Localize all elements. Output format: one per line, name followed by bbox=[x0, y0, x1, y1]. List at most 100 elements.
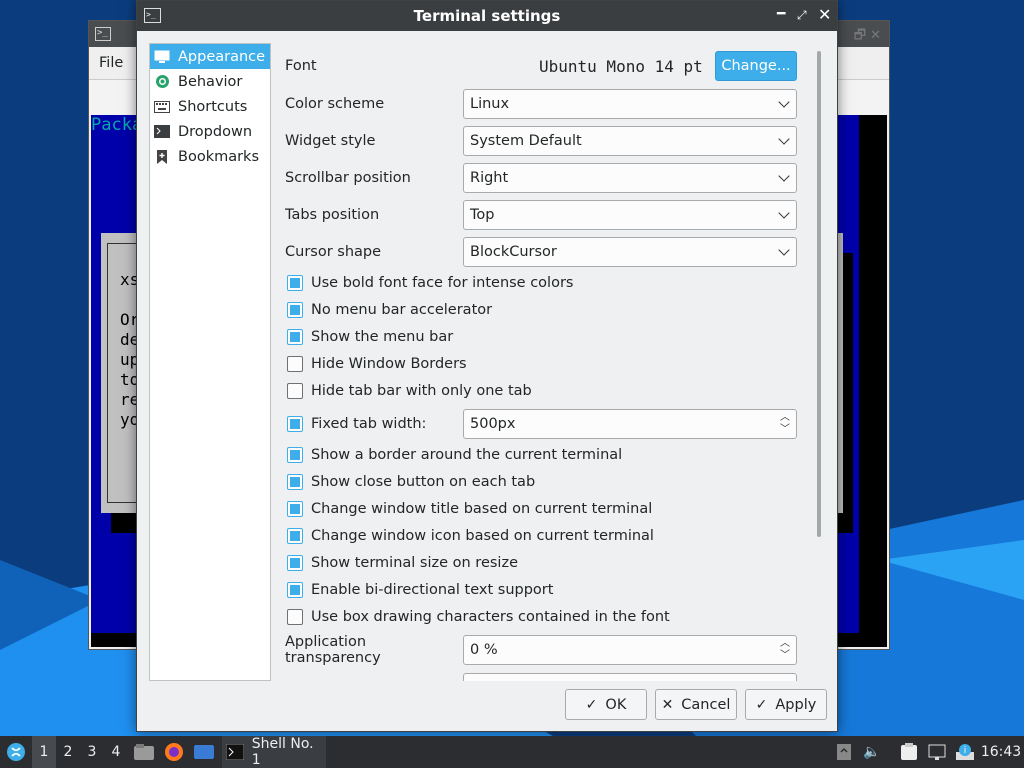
fixed-tab-width-label: Fixed tab width: bbox=[311, 416, 427, 432]
color-scheme-select[interactable]: Linux bbox=[463, 89, 797, 119]
appearance-settings-panel: Font Ubuntu Mono 14 pt Change... Color s… bbox=[285, 43, 817, 681]
chevron-down-icon bbox=[778, 244, 790, 256]
clock[interactable]: 16:43 bbox=[980, 736, 1022, 768]
workspace-1[interactable]: 1 bbox=[32, 736, 56, 768]
sidebar-item-behavior[interactable]: Behavior bbox=[150, 69, 270, 94]
checkbox-label: Show terminal size on resize bbox=[311, 555, 518, 571]
terminal-size-checkbox-row[interactable]: Show terminal size on resize bbox=[285, 552, 518, 574]
terminal-size-checkbox[interactable] bbox=[287, 555, 303, 571]
terminal-header-text: Packa bbox=[91, 115, 143, 135]
bidi-text-checkbox[interactable] bbox=[287, 582, 303, 598]
behavior-icon bbox=[154, 75, 170, 89]
cancel-button[interactable]: ✕ Cancel bbox=[655, 689, 737, 720]
fixed-tab-width-checkbox[interactable] bbox=[287, 416, 303, 432]
terminal-icon bbox=[226, 744, 244, 760]
hide-window-borders-checkbox-row[interactable]: Hide Window Borders bbox=[285, 353, 467, 375]
terminal-icon bbox=[154, 125, 170, 139]
sidebar-item-label: Shortcuts bbox=[178, 98, 248, 115]
spin-arrows-icon[interactable]: ︿ ﹀ bbox=[780, 412, 790, 436]
widget-style-value: System Default bbox=[470, 133, 582, 149]
ok-label: OK bbox=[605, 696, 627, 713]
dialog-titlebar[interactable]: >_ Terminal settings ━ ⤢ ✕ bbox=[137, 1, 837, 31]
box-drawing-checkbox[interactable] bbox=[287, 609, 303, 625]
ok-button[interactable]: ✓ OK bbox=[565, 689, 647, 720]
cancel-label: Cancel bbox=[681, 696, 731, 713]
widget-style-select[interactable]: System Default bbox=[463, 126, 797, 156]
scrollbar-position-select[interactable]: Right bbox=[463, 163, 797, 193]
window-title-checkbox-row[interactable]: Change window title based on current ter… bbox=[285, 498, 652, 520]
box-drawing-checkbox-row[interactable]: Use box drawing characters contained in … bbox=[285, 606, 670, 628]
show-menubar-checkbox[interactable] bbox=[287, 329, 303, 345]
fixed-tab-width-value: 500px bbox=[470, 416, 516, 432]
scrollbar-position-value: Right bbox=[470, 170, 509, 186]
minimize-icon[interactable]: ━ bbox=[777, 6, 785, 22]
panel-scrollbar[interactable] bbox=[817, 51, 821, 537]
spin-arrows-icon[interactable]: ︿ ﹀ bbox=[780, 638, 790, 662]
workspace-2[interactable]: 2 bbox=[56, 736, 80, 768]
chevron-down-icon bbox=[778, 133, 790, 145]
checkbox-label: Change window icon based on current term… bbox=[311, 528, 654, 544]
workspace-4[interactable]: 4 bbox=[104, 736, 128, 768]
bold-font-checkbox-row[interactable]: Use bold font face for intense colors bbox=[285, 272, 573, 294]
apply-button[interactable]: ✓ Apply bbox=[745, 689, 827, 720]
window-icon-checkbox[interactable] bbox=[287, 528, 303, 544]
bold-font-checkbox[interactable] bbox=[287, 275, 303, 291]
transparency-label: Application transparency bbox=[285, 634, 381, 666]
volume-icon[interactable]: 🔈 bbox=[862, 736, 882, 768]
keyboard-icon bbox=[154, 100, 170, 114]
checkbox-label: Use box drawing characters contained in … bbox=[311, 609, 670, 625]
checkbox-label: Show the menu bar bbox=[311, 329, 454, 345]
close-icon[interactable]: ✕ bbox=[818, 5, 831, 24]
clipboard-tray-icon[interactable] bbox=[834, 736, 854, 768]
no-menu-accelerator-checkbox[interactable] bbox=[287, 302, 303, 318]
sidebar-item-dropdown[interactable]: Dropdown bbox=[150, 119, 270, 144]
task-shell[interactable]: Shell No. 1 bbox=[222, 736, 326, 768]
font-value: Ubuntu Mono 14 pt bbox=[539, 57, 703, 76]
hide-tab-bar-checkbox[interactable] bbox=[287, 383, 303, 399]
color-scheme-row: Color scheme Linux bbox=[285, 89, 797, 119]
desktop-icon[interactable] bbox=[192, 736, 216, 768]
cursor-shape-label: Cursor shape bbox=[285, 244, 382, 260]
hide-tab-bar-checkbox-row[interactable]: Hide tab bar with only one tab bbox=[285, 380, 532, 402]
bidi-text-checkbox-row[interactable]: Enable bi-directional text support bbox=[285, 579, 553, 601]
change-font-button[interactable]: Change... bbox=[715, 51, 797, 81]
window-icon-checkbox-row[interactable]: Change window icon based on current term… bbox=[285, 525, 654, 547]
show-menubar-checkbox-row[interactable]: Show the menu bar bbox=[285, 326, 453, 348]
checkbox-label: Hide Window Borders bbox=[311, 356, 467, 372]
tabs-position-select[interactable]: Top bbox=[463, 200, 797, 230]
sidebar-item-shortcuts[interactable]: Shortcuts bbox=[150, 94, 270, 119]
checkbox-label: Change window title based on current ter… bbox=[311, 501, 653, 517]
color-scheme-label: Color scheme bbox=[285, 96, 385, 112]
transparency-spinbox[interactable]: 0 % ︿ ﹀ bbox=[463, 635, 797, 665]
firefox-icon[interactable] bbox=[162, 736, 186, 768]
sidebar-item-label: Behavior bbox=[178, 73, 243, 90]
border-current-terminal-checkbox-row[interactable]: Show a border around the current termina… bbox=[285, 444, 622, 466]
menu-file[interactable]: File bbox=[99, 55, 123, 71]
widget-style-label: Widget style bbox=[285, 133, 376, 149]
next-field-partial[interactable] bbox=[463, 673, 797, 681]
update-notification-icon[interactable]: i bbox=[954, 736, 976, 768]
maximize-icon[interactable]: ⤢ bbox=[797, 8, 807, 23]
cursor-shape-row: Cursor shape BlockCursor bbox=[285, 237, 797, 267]
sidebar-item-appearance[interactable]: Appearance bbox=[150, 44, 270, 69]
file-manager-icon[interactable] bbox=[132, 736, 156, 768]
tabs-position-row: Tabs position Top bbox=[285, 200, 797, 230]
terminal-settings-dialog: >_ Terminal settings ━ ⤢ ✕ Appearance Be… bbox=[136, 0, 838, 732]
start-menu-icon[interactable] bbox=[2, 736, 30, 768]
border-current-terminal-checkbox[interactable] bbox=[287, 447, 303, 463]
network-icon[interactable] bbox=[926, 736, 948, 768]
window-title-checkbox[interactable] bbox=[287, 501, 303, 517]
no-menu-accelerator-checkbox-row[interactable]: No menu bar accelerator bbox=[285, 299, 492, 321]
notes-tray-icon[interactable] bbox=[898, 736, 920, 768]
sidebar-item-bookmarks[interactable]: Bookmarks bbox=[150, 144, 270, 169]
checkbox-label: Use bold font face for intense colors bbox=[311, 275, 574, 291]
terminal-shadow bbox=[859, 115, 887, 647]
hide-window-borders-checkbox[interactable] bbox=[287, 356, 303, 372]
fixed-tab-width-spinbox[interactable]: 500px ︿ ﹀ bbox=[463, 409, 797, 439]
close-button-tab-checkbox[interactable] bbox=[287, 474, 303, 490]
cursor-shape-select[interactable]: BlockCursor bbox=[463, 237, 797, 267]
sidebar-item-label: Dropdown bbox=[178, 123, 253, 140]
close-button-tab-checkbox-row[interactable]: Show close button on each tab bbox=[285, 471, 535, 493]
workspace-3[interactable]: 3 bbox=[80, 736, 104, 768]
widget-style-row: Widget style System Default bbox=[285, 126, 797, 156]
